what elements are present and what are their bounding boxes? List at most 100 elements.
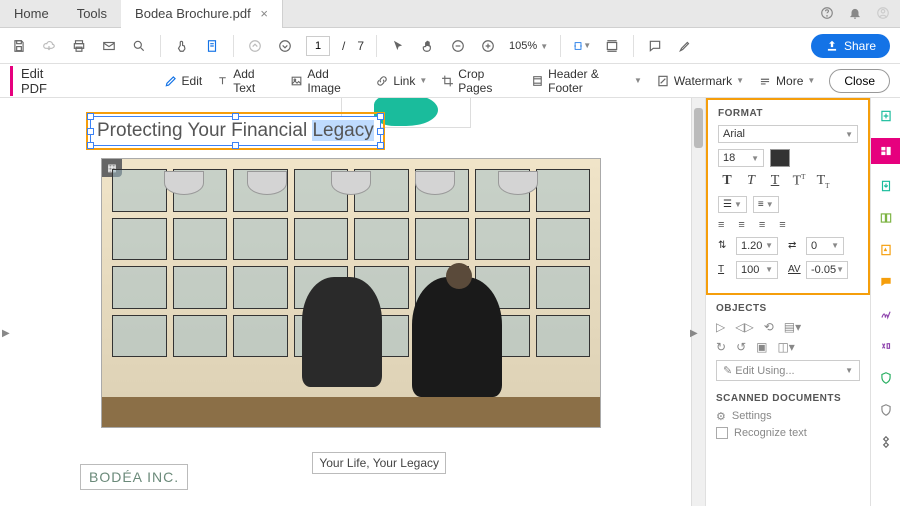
rail-more-icon[interactable]: [876, 432, 896, 452]
indent-select[interactable]: 0▼: [806, 237, 844, 255]
edit-using-select[interactable]: ✎ Edit Using...▼: [716, 360, 860, 381]
rail-comment-icon[interactable]: [876, 272, 896, 292]
settings-row[interactable]: ⚙ Settings: [716, 410, 860, 423]
rail-sign-icon[interactable]: [876, 304, 896, 324]
close-tab-icon[interactable]: ×: [260, 6, 268, 21]
tab-home[interactable]: Home: [0, 0, 63, 28]
align-right-icon[interactable]: ≡: [759, 219, 765, 231]
fit-width-icon[interactable]: ▼: [573, 37, 591, 55]
number-list-button[interactable]: ≡▼: [753, 196, 779, 213]
page-icon[interactable]: [203, 37, 221, 55]
pointer-icon[interactable]: [389, 37, 407, 55]
flip-h-icon[interactable]: ▷: [716, 320, 725, 334]
close-button[interactable]: Close: [829, 69, 890, 93]
format-title: FORMAT: [718, 108, 858, 119]
scrollbar-vertical[interactable]: ▶: [691, 98, 705, 506]
scale-select[interactable]: 100▼: [736, 261, 778, 279]
header-footer-tool[interactable]: Header & Footer▼: [531, 67, 642, 95]
bold-icon[interactable]: T: [718, 173, 736, 190]
font-color-swatch[interactable]: [770, 149, 790, 167]
app-rail: [870, 98, 900, 506]
search-icon[interactable]: [130, 37, 148, 55]
rail-create-icon[interactable]: [876, 106, 896, 126]
share-label: Share: [844, 39, 876, 53]
underline-icon[interactable]: T: [766, 173, 784, 190]
line-height-icon: ⇅: [718, 240, 732, 251]
rail-redact-icon[interactable]: [876, 336, 896, 356]
recognize-text-row[interactable]: Recognize text: [716, 427, 860, 439]
page-number-input[interactable]: [306, 36, 330, 56]
arrange-icon[interactable]: ▤▾: [784, 320, 801, 334]
main-photo[interactable]: ▦: [101, 158, 601, 428]
comment-icon[interactable]: [646, 37, 664, 55]
replace-icon[interactable]: ◫▾: [777, 340, 794, 354]
more-tool[interactable]: More▼: [758, 74, 815, 88]
scrollbar-thumb[interactable]: [694, 108, 703, 148]
rail-edit-icon[interactable]: [871, 138, 900, 164]
line-height-select[interactable]: 1.20▼: [736, 237, 778, 255]
watermark-tool[interactable]: Watermark▼: [656, 74, 744, 88]
help-icon[interactable]: [818, 4, 836, 22]
divider: [160, 35, 161, 57]
rotate-ccw2-icon[interactable]: ↺: [736, 340, 746, 354]
divider: [633, 35, 634, 57]
tab-file-label: Bodea Brochure.pdf: [135, 6, 251, 21]
save-icon[interactable]: [10, 37, 28, 55]
hand-icon[interactable]: [419, 37, 437, 55]
page-up-icon[interactable]: [246, 37, 264, 55]
rail-organize-icon[interactable]: [876, 208, 896, 228]
tagline-text[interactable]: Your Life, Your Legacy: [312, 452, 446, 474]
expand-left-icon[interactable]: ▶: [2, 328, 10, 339]
align-center-icon[interactable]: ≡: [738, 219, 744, 231]
rail-fill-sign-icon[interactable]: [876, 240, 896, 260]
tracking-icon: AV: [788, 264, 802, 275]
subscript-icon[interactable]: TT: [814, 173, 832, 190]
gear-icon: ⚙: [716, 410, 726, 423]
align-left-icon[interactable]: ≡: [718, 219, 724, 231]
rotate-cw-icon[interactable]: ↻: [716, 340, 726, 354]
zoom-select[interactable]: 105% ▼: [509, 40, 548, 52]
zoom-in-icon[interactable]: [479, 37, 497, 55]
add-text-tool[interactable]: Add Text: [216, 67, 276, 95]
bell-icon[interactable]: [846, 4, 864, 22]
divider: [376, 35, 377, 57]
rail-protect-icon[interactable]: [876, 368, 896, 388]
logo-text[interactable]: BODÉA INC.: [80, 464, 188, 490]
touch-icon[interactable]: [173, 37, 191, 55]
crop-object-icon[interactable]: ▣: [756, 340, 767, 354]
font-size-select[interactable]: 18▼: [718, 149, 764, 167]
edit-tool[interactable]: Edit: [164, 74, 203, 88]
highlight-icon[interactable]: [676, 37, 694, 55]
divider: [233, 35, 234, 57]
italic-icon[interactable]: T: [742, 173, 760, 190]
rail-export-icon[interactable]: [876, 176, 896, 196]
share-button[interactable]: Share: [811, 34, 890, 58]
document-canvas[interactable]: ▶ Protecting Your Financial Legacy ▦ BOD…: [0, 98, 691, 506]
page-total: 7: [357, 39, 364, 53]
recognize-checkbox[interactable]: [716, 427, 728, 439]
cloud-icon[interactable]: [40, 37, 58, 55]
font-family-select[interactable]: Arial▼: [718, 125, 858, 143]
read-mode-icon[interactable]: [603, 37, 621, 55]
zoom-out-icon[interactable]: [449, 37, 467, 55]
add-image-tool[interactable]: Add Image: [290, 67, 361, 95]
mail-icon[interactable]: [100, 37, 118, 55]
rail-shield-icon[interactable]: [876, 400, 896, 420]
tracking-select[interactable]: -0.05▼: [806, 261, 848, 279]
align-justify-icon[interactable]: ≡: [779, 219, 785, 231]
superscript-icon[interactable]: TT: [790, 173, 808, 190]
expand-right-icon[interactable]: ▶: [690, 328, 698, 339]
crop-tool[interactable]: Crop Pages: [441, 67, 517, 95]
headline-selection: Legacy: [312, 120, 373, 141]
tab-file[interactable]: Bodea Brochure.pdf ×: [121, 0, 283, 28]
objects-title: OBJECTS: [716, 303, 860, 314]
flip-v-icon[interactable]: ◁▷: [735, 320, 753, 334]
user-icon[interactable]: [874, 4, 892, 22]
rotate-ccw-icon[interactable]: ⟲: [764, 320, 774, 334]
tab-tools[interactable]: Tools: [63, 0, 121, 28]
link-tool[interactable]: Link▼: [375, 74, 427, 88]
print-icon[interactable]: [70, 37, 88, 55]
bullet-list-button[interactable]: ☰▼: [718, 196, 747, 213]
text-block-selected[interactable]: Protecting Your Financial Legacy: [86, 112, 385, 150]
page-down-icon[interactable]: [276, 37, 294, 55]
